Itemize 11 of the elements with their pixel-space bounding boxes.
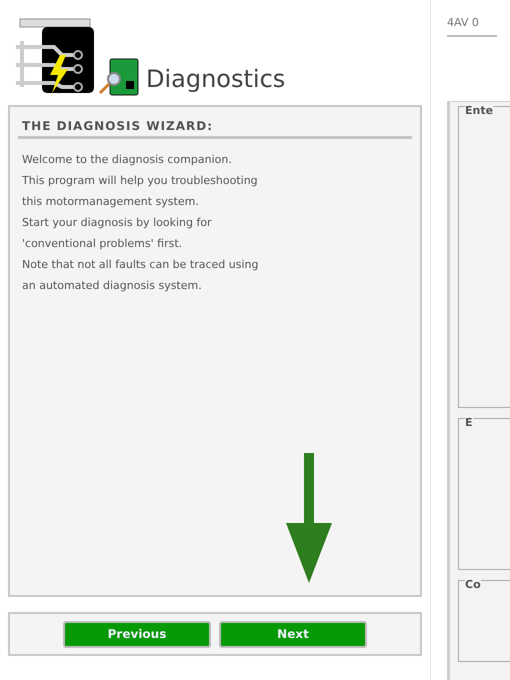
previous-button[interactable]: Previous xyxy=(63,620,211,648)
group-legend: Ente xyxy=(465,104,494,117)
wizard-heading: THE DIAGNOSIS WIZARD: xyxy=(18,119,412,139)
wizard-text: Welcome to the diagnosis companion. This program will help you troubleshooting this motormanagement system. Start your diagnosis by looking for 'conventional problems' first. Note that not all faults can be traced using an automated diagnosis system. xyxy=(21,152,260,294)
page-title: Diagnostics xyxy=(146,67,286,91)
group-legend: E xyxy=(465,416,473,429)
group-legend: Co xyxy=(465,578,481,591)
circuit-board-magnifier-icon xyxy=(98,57,140,97)
down-arrow-icon xyxy=(286,453,332,583)
code-label: 4AV 0 xyxy=(447,16,497,37)
next-button[interactable]: Next xyxy=(219,620,367,648)
